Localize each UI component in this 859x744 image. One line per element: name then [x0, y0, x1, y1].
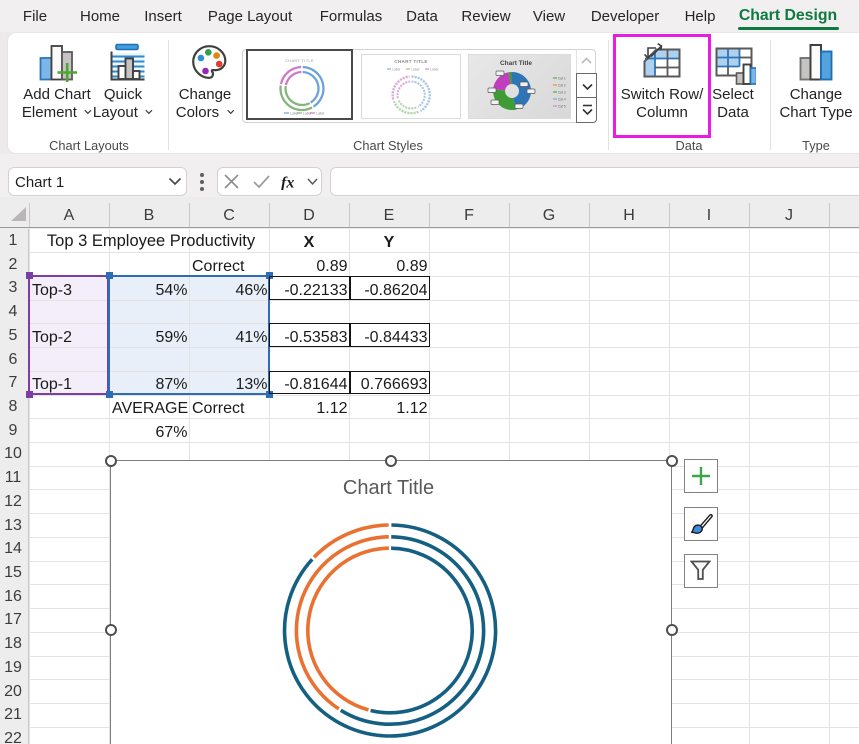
svg-text:Label: Label: [430, 68, 439, 72]
svg-text:Label: Label: [290, 111, 299, 115]
svg-text:fx: fx: [281, 175, 294, 191]
svg-text:Cat 2: Cat 2: [558, 83, 566, 87]
svg-text:Cat 4: Cat 4: [558, 97, 566, 101]
svg-text:Cat 5: Cat 5: [558, 104, 566, 108]
svg-text:Chart Title: Chart Title: [500, 60, 532, 67]
svg-text:Label: Label: [316, 111, 325, 115]
svg-text:Cat 1: Cat 1: [558, 76, 566, 80]
svg-text:CHART TITLE: CHART TITLE: [394, 59, 427, 64]
svg-text:Label: Label: [392, 68, 401, 72]
svg-text:Label: Label: [411, 68, 420, 72]
svg-text:Label: Label: [303, 111, 312, 115]
svg-text:Cat 3: Cat 3: [558, 90, 566, 94]
